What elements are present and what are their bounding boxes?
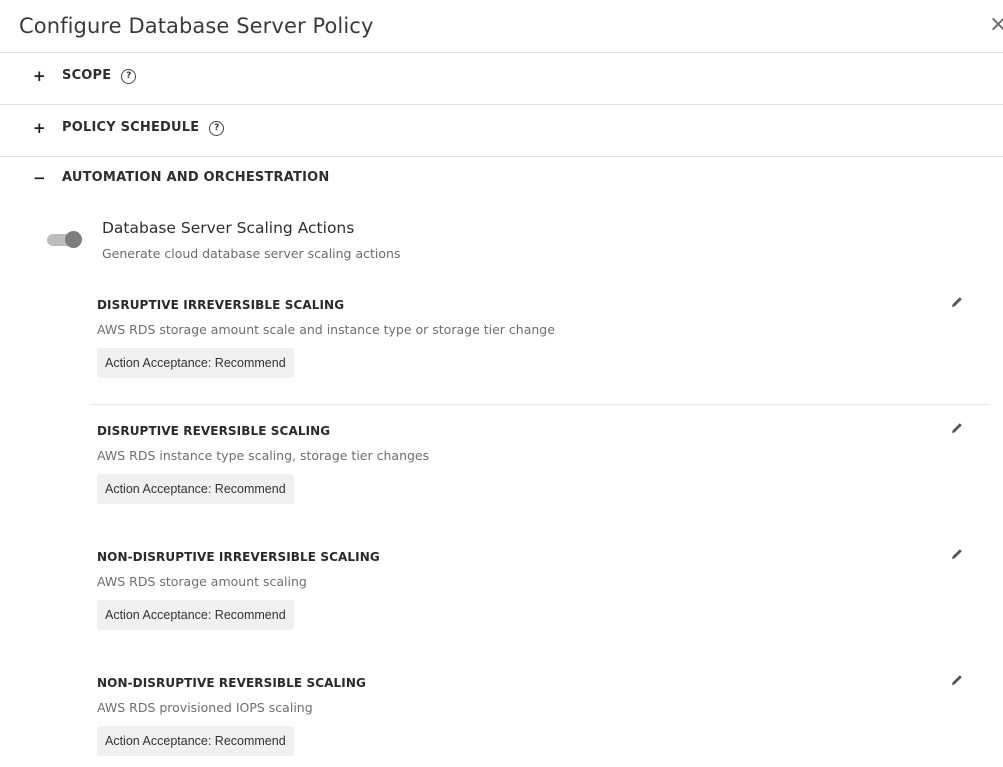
section-automation-label: AUTOMATION AND ORCHESTRATION — [62, 170, 330, 185]
scaling-item-disruptive-irreversible: DISRUPTIVE IRREVERSIBLE SCALING AWS RDS … — [97, 297, 977, 382]
toggle-knob — [65, 231, 82, 248]
action-acceptance-badge: Action Acceptance: Recommend — [97, 348, 294, 378]
scaling-description: AWS RDS instance type scaling, storage t… — [97, 448, 430, 463]
action-acceptance-badge: Action Acceptance: Recommend — [97, 474, 294, 504]
section-scope[interactable]: + SCOPE? — [0, 52, 1003, 104]
section-label: POLICY SCHEDULE — [62, 120, 200, 135]
dialog-title: Configure Database Server Policy — [19, 14, 374, 38]
scaling-description: AWS RDS storage amount scale and instanc… — [97, 322, 555, 337]
scaling-name: NON-DISRUPTIVE REVERSIBLE SCALING — [97, 676, 366, 690]
action-acceptance-badge: Action Acceptance: Recommend — [97, 600, 294, 630]
divider — [90, 404, 990, 405]
toggle-subtitle: Generate cloud database server scaling a… — [102, 246, 401, 261]
action-acceptance-badge: Action Acceptance: Recommend — [97, 726, 294, 756]
scaling-name: DISRUPTIVE IRREVERSIBLE SCALING — [97, 298, 345, 312]
section-policy-schedule-label: POLICY SCHEDULE? — [62, 120, 225, 136]
pencil-icon[interactable] — [949, 294, 965, 310]
scaling-name: NON-DISRUPTIVE IRREVERSIBLE SCALING — [97, 550, 380, 564]
scaling-description: AWS RDS provisioned IOPS scaling — [97, 700, 313, 715]
scaling-item-disruptive-reversible: DISRUPTIVE REVERSIBLE SCALING AWS RDS in… — [97, 423, 977, 508]
pencil-icon[interactable] — [949, 420, 965, 436]
help-icon[interactable]: ? — [209, 121, 225, 136]
pencil-icon[interactable] — [949, 546, 965, 562]
scaling-item-non-disruptive-irreversible: NON-DISRUPTIVE IRREVERSIBLE SCALING AWS … — [97, 549, 977, 634]
section-label: SCOPE — [62, 68, 112, 83]
collapse-icon[interactable]: − — [33, 169, 46, 187]
scaling-name: DISRUPTIVE REVERSIBLE SCALING — [97, 424, 331, 438]
pencil-icon[interactable] — [949, 672, 965, 688]
close-icon[interactable]: × — [989, 14, 1003, 36]
expand-icon[interactable]: + — [33, 119, 46, 137]
dialog-header: Configure Database Server Policy × — [0, 0, 1003, 56]
scaling-actions-toggle[interactable] — [47, 231, 83, 248]
scaling-item-non-disruptive-reversible: NON-DISRUPTIVE REVERSIBLE SCALING AWS RD… — [97, 675, 977, 760]
expand-icon[interactable]: + — [33, 67, 46, 85]
section-scope-label: SCOPE? — [62, 68, 137, 84]
scaling-description: AWS RDS storage amount scaling — [97, 574, 307, 589]
toggle-title: Database Server Scaling Actions — [102, 219, 355, 237]
section-automation[interactable]: − AUTOMATION AND ORCHESTRATION — [0, 156, 1003, 200]
help-icon[interactable]: ? — [121, 69, 137, 84]
section-policy-schedule[interactable]: + POLICY SCHEDULE? — [0, 104, 1003, 156]
